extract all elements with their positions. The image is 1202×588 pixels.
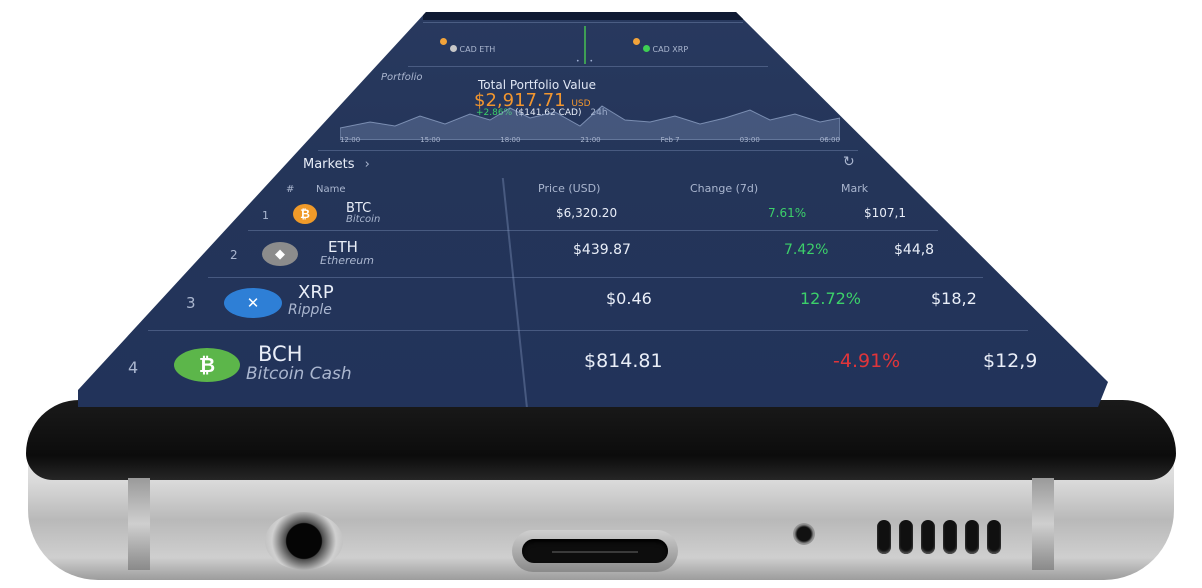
app-screen: CAD ETH CAD XRP • • Portfolio Total Port…: [78, 12, 1108, 407]
row-market-cap: $18,2: [931, 289, 977, 308]
time-label: 18:00: [500, 136, 521, 144]
speaker-grille-hole: [965, 520, 979, 554]
column-rank: #: [286, 184, 295, 195]
time-label: 21:00: [580, 136, 601, 144]
row-price: $814.81: [584, 350, 663, 372]
row-market-cap: $107,1: [864, 206, 906, 220]
row-change: 7.61%: [768, 206, 807, 220]
speaker-grille-hole: [921, 520, 935, 554]
row-price: $439.87: [573, 242, 631, 258]
row-price: $6,320.20: [556, 206, 618, 220]
ticker-item[interactable]: CAD ETH: [450, 45, 495, 54]
row-rank: 1: [262, 209, 269, 222]
portfolio-section-label[interactable]: Portfolio: [381, 72, 423, 83]
phone-render: CAD ETH CAD XRP • • Portfolio Total Port…: [0, 0, 1202, 588]
time-label: Feb 7: [660, 136, 680, 144]
row-name: Ethereum: [320, 254, 374, 267]
row-change: -4.91%: [833, 350, 901, 372]
antenna-band-right: [1032, 478, 1054, 570]
bitcoin-cash-icon: ₿: [174, 348, 240, 382]
column-name[interactable]: Name: [316, 184, 346, 195]
time-label: 03:00: [739, 136, 760, 144]
row-change: 7.42%: [784, 242, 829, 258]
headphone-jack: [265, 512, 343, 570]
time-label: 15:00: [420, 136, 441, 144]
bitcoin-icon: ₿: [293, 204, 317, 224]
row-name: Ripple: [288, 302, 332, 318]
antenna-band-left: [128, 478, 150, 570]
ticker-item[interactable]: [633, 30, 640, 49]
column-market[interactable]: Mark: [841, 182, 868, 195]
ticker-item[interactable]: CAD XRP: [643, 45, 688, 54]
row-market-cap: $44,8: [894, 242, 935, 258]
row-price: $0.46: [606, 289, 652, 308]
microphone-hole: [793, 523, 815, 545]
coin-dot-icon: [450, 45, 457, 52]
speaker-grille-hole: [987, 520, 1001, 554]
row-rank: 3: [186, 294, 196, 312]
column-change[interactable]: Change (7d): [690, 182, 758, 195]
ticker-item[interactable]: [440, 30, 447, 49]
row-rank: 4: [128, 358, 139, 377]
status-bar: [423, 12, 743, 20]
row-name: Bitcoin Cash: [246, 364, 352, 384]
chevron-right-icon: ›: [364, 157, 370, 172]
row-symbol: BCH: [258, 342, 303, 366]
chart-time-axis: 12:00 15:00 18:00 21:00 Feb 7 03:00 06:0…: [340, 136, 840, 144]
speaker-grille-hole: [877, 520, 891, 554]
markets-title-text: Markets: [303, 157, 355, 172]
row-name: Bitcoin: [346, 214, 381, 225]
coin-dot-icon: [643, 45, 650, 52]
column-divider: [501, 178, 529, 407]
row-symbol: XRP: [298, 282, 334, 303]
time-label: 06:00: [819, 136, 840, 144]
page-indicator-dots: • •: [576, 58, 597, 65]
ethereum-icon: ◆: [262, 242, 298, 266]
refresh-icon[interactable]: ↻: [843, 154, 855, 170]
speaker-grille-hole: [943, 520, 957, 554]
ticker-symbol: CAD ETH: [459, 45, 496, 54]
row-rank: 2: [230, 248, 238, 262]
time-label: 12:00: [340, 136, 361, 144]
speaker-grille-hole: [899, 520, 913, 554]
coin-dot-icon: [633, 38, 640, 45]
ticker-symbol: CAD XRP: [652, 45, 689, 54]
portfolio-sparkline: [340, 105, 840, 140]
column-price[interactable]: Price (USD): [538, 182, 600, 195]
ripple-icon: ✕: [224, 288, 282, 318]
phone-bezel: [26, 400, 1176, 480]
markets-title[interactable]: Markets ›: [303, 157, 370, 172]
coin-dot-icon: [440, 38, 447, 45]
usb-c-port: [512, 530, 678, 572]
row-change: 12.72%: [800, 289, 862, 308]
row-market-cap: $12,9: [983, 350, 1038, 372]
